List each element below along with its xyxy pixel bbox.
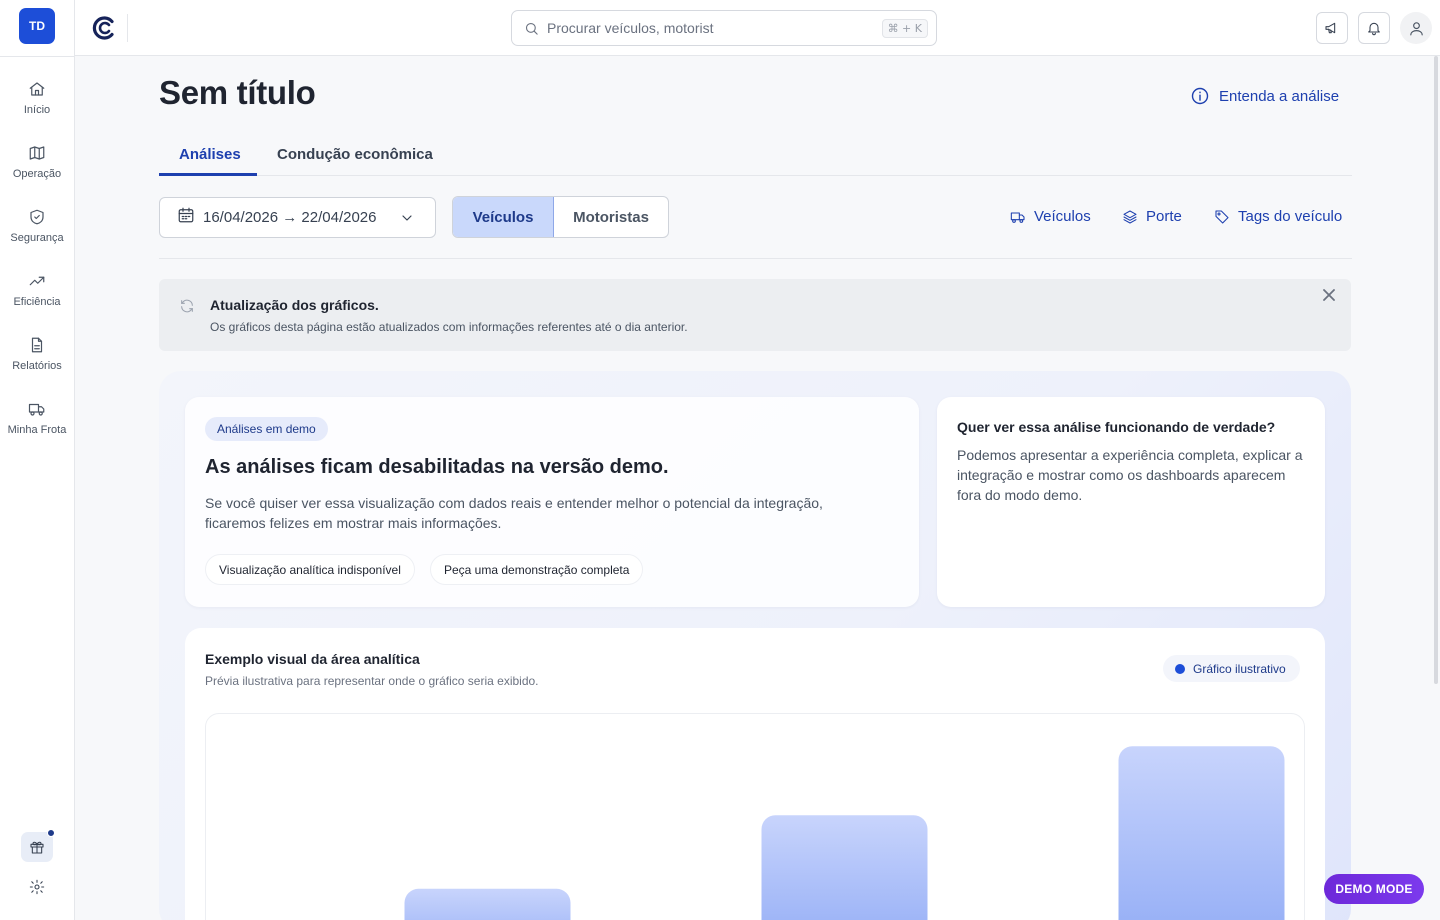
help-link-label: Entenda a análise [1219,87,1340,105]
shield-check-icon [30,209,44,225]
filter-label: Veículos [1034,208,1091,225]
megaphone-icon [1325,22,1336,34]
chart-subtitle: Prévia ilustrativa para representar onde… [205,674,539,688]
cta-title: Quer ver essa análise funcionando de ver… [957,419,1276,435]
pill-request-demo[interactable]: Peça uma demonstração completa [430,554,644,585]
date-range-picker[interactable]: 16/04/2026 → 22/04/2026 [159,197,436,238]
demo-chip: Análises em demo [205,417,328,441]
sidebar-item-label: Início [23,104,51,116]
sidebar-item-operacao[interactable]: Operação [0,140,74,204]
map-icon [29,146,45,160]
filter-porte[interactable]: Porte [1122,208,1182,225]
legend-dot [1175,663,1185,674]
close-icon[interactable] [1323,288,1339,304]
shortcut-hint: ⌘ + K [881,19,928,38]
chart-title: Exemplo visual da área analítica [205,651,420,667]
chart-bar [761,815,928,920]
filter-tags-veiculo[interactable]: Tags do veículo [1214,208,1342,225]
user-menu-button[interactable] [1400,12,1432,44]
sidebar-item-label: Segurança [10,232,64,244]
active-tab-indicator [159,173,257,176]
chart-bar [1118,746,1285,920]
tag-icon [1215,209,1229,224]
sidebar-item-label: Eficiência [13,296,61,308]
topbar: ⌘ + K [75,0,1440,56]
info-icon [1191,87,1209,105]
bell-icon [1368,22,1380,36]
sidebar-item-label: Relatórios [12,360,62,372]
tab-conducao-economica[interactable]: Condução econômica [277,146,433,163]
sidebar-item-seguranca[interactable]: Segurança [0,204,74,268]
notifications-button[interactable] [1358,12,1390,44]
cta-text: Podemos apresentar a experiência complet… [957,447,1303,503]
sidebar-nav: Início Operação Segurança Eficiência Rel… [0,76,74,460]
chart-plot [205,713,1305,920]
announcements-button[interactable] [1316,12,1348,44]
sidebar-item-inicio[interactable]: Início [0,76,74,140]
sidebar-item-label: Minha Frota [7,424,67,436]
calendar-icon [177,206,195,229]
notice-text: Os gráficos desta página estão atualizad… [210,320,688,334]
search-input[interactable] [547,20,867,36]
topbar-divider [127,14,128,42]
entity-toggle: Veículos Motoristas [452,196,669,238]
update-notice: Atualização dos gráficos. Os gráficos de… [159,279,1351,351]
gear-icon [29,879,45,895]
bar-chart [404,746,1285,920]
demo-text: Se você quiser ver essa visualização com… [205,495,823,531]
demo-title: As análises ficam desabilitadas na versã… [205,456,669,478]
tabs: Análises Condução econômica [159,136,1352,176]
refresh-icon [179,298,195,319]
filter-veiculos[interactable]: Veículos [1010,208,1091,225]
truck-icon [28,403,45,416]
search-box[interactable]: ⌘ + K [511,10,937,46]
filter-label: Tags do veículo [1238,208,1343,225]
tab-analises[interactable]: Análises [179,146,241,163]
user-icon [1409,21,1423,35]
home-icon [29,82,45,96]
file-icon [31,337,43,353]
sidebar: TD Início Operação Segurança Eficiência … [0,0,75,920]
settings-button[interactable] [28,878,46,896]
notice-title: Atualização dos gráficos. [210,297,379,313]
truck-icon [1010,211,1025,223]
chevron-down-icon [399,210,415,231]
gift-button[interactable] [21,829,55,862]
account-avatar[interactable]: TD [19,8,55,44]
demo-mode-badge[interactable]: DEMO MODE [1324,874,1424,904]
pill-unavailable: Visualização analítica indisponível [205,554,415,585]
sidebar-item-relatorios[interactable]: Relatórios [0,332,74,396]
trending-up-icon [29,276,45,286]
gift-icon [30,841,44,854]
divider [159,258,1352,259]
search-icon [525,22,538,35]
page-scrollbar[interactable] [1434,56,1438,684]
sidebar-item-eficiencia[interactable]: Eficiência [0,268,74,332]
legend-label: Gráfico ilustrativo [1193,661,1286,676]
sidebar-divider [0,56,74,57]
toggle-motoristas[interactable]: Motoristas [554,197,668,237]
notification-dot [47,829,55,837]
sidebar-item-label: Operação [12,168,62,180]
help-link[interactable]: Entenda a análise [1190,86,1339,106]
toggle-veiculos[interactable]: Veículos [453,197,554,237]
sidebar-item-minha-frota[interactable]: Minha Frota [0,396,74,460]
layers-icon [1123,209,1137,224]
chart-legend: Gráfico ilustrativo [1163,655,1300,682]
brand-logo[interactable] [91,15,117,41]
date-range-value: 16/04/2026 → 22/04/2026 [203,209,377,226]
chart-bar [404,888,571,920]
page-title: Sem título [159,74,316,111]
filter-label: Porte [1146,208,1182,225]
